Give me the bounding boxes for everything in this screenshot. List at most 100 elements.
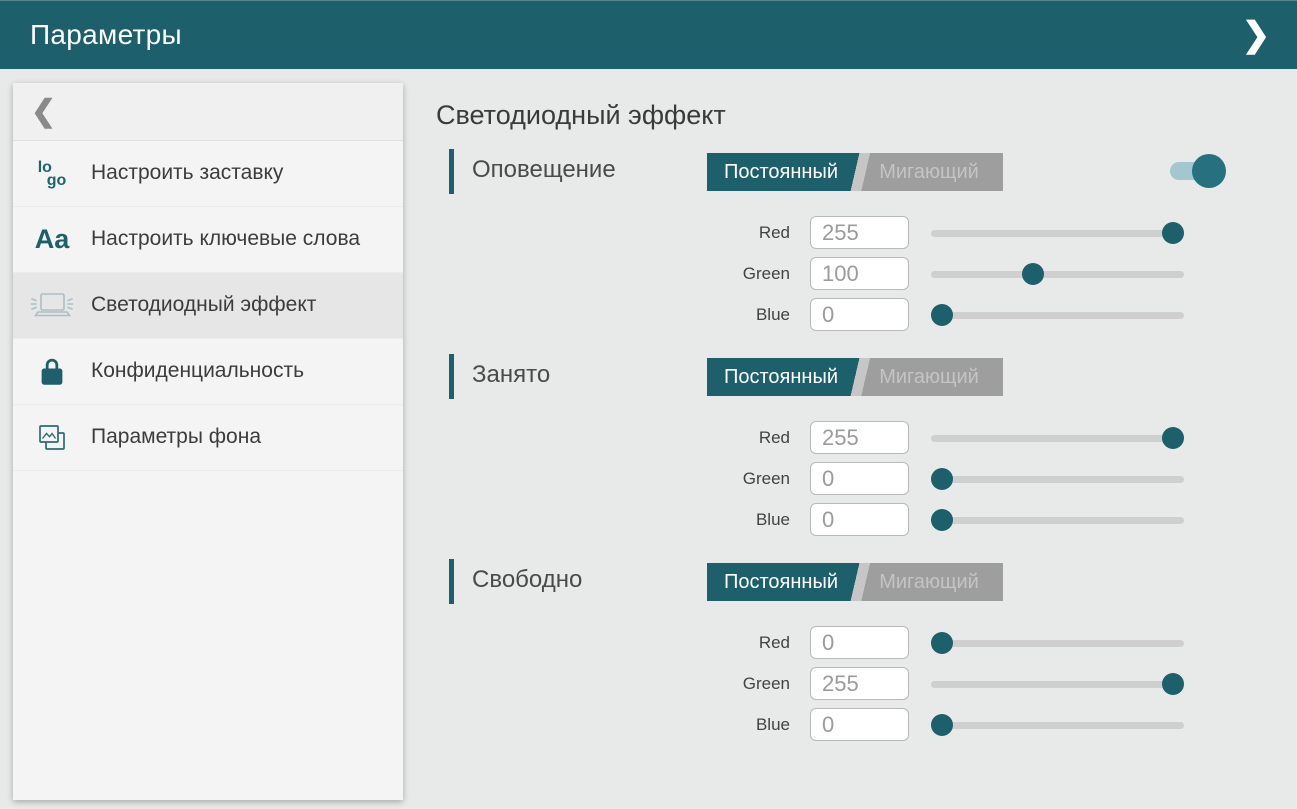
channel-label: Blue bbox=[449, 510, 790, 530]
slider-track bbox=[931, 435, 1184, 442]
slider-thumb-icon[interactable] bbox=[1022, 263, 1044, 285]
background-icon bbox=[36, 422, 68, 454]
rgb-channel-row: Green bbox=[449, 257, 1256, 290]
slider-thumb-icon[interactable] bbox=[931, 468, 953, 490]
section-head: Оповещение Постоянный Мигающий bbox=[449, 149, 1256, 194]
rgb-channel-row: Red bbox=[449, 626, 1256, 659]
channel-label: Green bbox=[449, 264, 790, 284]
slider-thumb-icon[interactable] bbox=[1162, 222, 1184, 244]
slider-track bbox=[931, 476, 1184, 483]
sidebar-back-button[interactable]: ❮ bbox=[13, 83, 403, 141]
rgb-channel-row: Red bbox=[449, 216, 1256, 249]
slider-thumb-icon[interactable] bbox=[931, 714, 953, 736]
section-head: Свободно Постоянный Мигающий bbox=[449, 559, 1256, 604]
blue-slider[interactable] bbox=[931, 713, 1184, 737]
green-slider[interactable] bbox=[931, 672, 1184, 696]
slider-thumb-icon[interactable] bbox=[1162, 673, 1184, 695]
keywords-icon: Aa bbox=[35, 226, 70, 253]
channel-label: Red bbox=[449, 428, 790, 448]
rgb-channel-row: Blue bbox=[449, 503, 1256, 536]
sidebar-item-2[interactable]: Aa Настроить ключевые слова bbox=[13, 207, 403, 273]
slider-track bbox=[931, 271, 1184, 278]
blue-slider[interactable] bbox=[931, 508, 1184, 532]
mode-option-constant[interactable]: Постоянный bbox=[707, 153, 855, 191]
slider-thumb-icon[interactable] bbox=[1162, 427, 1184, 449]
forward-chevron-icon[interactable]: ❯ bbox=[1231, 0, 1281, 69]
slider-track bbox=[931, 681, 1184, 688]
blue-value-input[interactable] bbox=[810, 503, 909, 536]
page-title: Параметры bbox=[30, 19, 182, 51]
green-slider[interactable] bbox=[931, 262, 1184, 286]
sidebar-item-label: Настроить ключевые слова bbox=[91, 226, 368, 252]
rgb-channel-row: Red bbox=[449, 421, 1256, 454]
red-value-input[interactable] bbox=[810, 626, 909, 659]
green-value-input[interactable] bbox=[810, 667, 909, 700]
sidebar-item-3[interactable]: Светодиодный эффект bbox=[13, 273, 403, 339]
mode-segmented-control: Постоянный Мигающий bbox=[707, 563, 1003, 601]
blue-value-input[interactable] bbox=[810, 708, 909, 741]
green-value-input[interactable] bbox=[810, 462, 909, 495]
sidebar-item-4[interactable]: Конфиденциальность bbox=[13, 339, 403, 405]
app-header: Параметры ❯ bbox=[0, 0, 1297, 69]
red-value-input[interactable] bbox=[810, 216, 909, 249]
blue-slider[interactable] bbox=[931, 303, 1184, 327]
content-title: Светодиодный эффект bbox=[436, 100, 1256, 131]
section-accent-bar bbox=[449, 559, 454, 604]
channel-label: Red bbox=[449, 223, 790, 243]
led-section-2: Занято Постоянный Мигающий Red Green Blu… bbox=[449, 354, 1256, 536]
sidebar-item-label: Светодиодный эффект bbox=[91, 292, 324, 318]
back-chevron-icon: ❮ bbox=[31, 94, 56, 129]
channel-label: Blue bbox=[449, 305, 790, 325]
channel-label: Green bbox=[449, 674, 790, 694]
rgb-channel-row: Green bbox=[449, 462, 1256, 495]
slider-track bbox=[931, 722, 1184, 729]
lock-icon bbox=[38, 357, 66, 387]
red-slider[interactable] bbox=[931, 631, 1184, 655]
rgb-rows: Red Green Blue bbox=[449, 216, 1256, 331]
green-value-input[interactable] bbox=[810, 257, 909, 290]
red-value-input[interactable] bbox=[810, 421, 909, 454]
section-title: Занято bbox=[472, 361, 550, 389]
sidebar: ❮ logo Настроить заставку Aa Настроить к… bbox=[13, 83, 403, 800]
mode-option-blinking[interactable]: Мигающий bbox=[855, 358, 1003, 396]
rgb-channel-row: Blue bbox=[449, 298, 1256, 331]
rgb-channel-row: Blue bbox=[449, 708, 1256, 741]
section-accent-bar bbox=[449, 354, 454, 399]
section-title: Свободно bbox=[472, 566, 582, 594]
rgb-channel-row: Green bbox=[449, 667, 1256, 700]
led-section-3: Свободно Постоянный Мигающий Red Green B… bbox=[449, 559, 1256, 741]
red-slider[interactable] bbox=[931, 221, 1184, 245]
rgb-rows: Red Green Blue bbox=[449, 421, 1256, 536]
section-accent-bar bbox=[449, 149, 454, 194]
channel-label: Green bbox=[449, 469, 790, 489]
slider-track bbox=[931, 230, 1184, 237]
section-head: Занято Постоянный Мигающий bbox=[449, 354, 1256, 399]
sidebar-item-1[interactable]: logo Настроить заставку bbox=[13, 141, 403, 207]
red-slider[interactable] bbox=[931, 426, 1184, 450]
toggle-thumb-icon bbox=[1192, 154, 1226, 188]
mode-option-blinking[interactable]: Мигающий bbox=[855, 153, 1003, 191]
sidebar-item-5[interactable]: Параметры фона bbox=[13, 405, 403, 471]
slider-thumb-icon[interactable] bbox=[931, 509, 953, 531]
channel-label: Red bbox=[449, 633, 790, 653]
section-enabled-toggle[interactable] bbox=[1170, 154, 1226, 188]
led-section-1: Оповещение Постоянный Мигающий Red Green… bbox=[449, 149, 1256, 331]
mode-option-blinking[interactable]: Мигающий bbox=[855, 563, 1003, 601]
green-slider[interactable] bbox=[931, 467, 1184, 491]
slider-track bbox=[931, 640, 1184, 647]
mode-option-constant[interactable]: Постоянный bbox=[707, 563, 855, 601]
mode-option-constant[interactable]: Постоянный bbox=[707, 358, 855, 396]
slider-track bbox=[931, 517, 1184, 524]
logo-icon: logo bbox=[38, 161, 67, 187]
slider-track bbox=[931, 312, 1184, 319]
blue-value-input[interactable] bbox=[810, 298, 909, 331]
rgb-rows: Red Green Blue bbox=[449, 626, 1256, 741]
sidebar-item-label: Параметры фона bbox=[91, 424, 269, 450]
led-screen-icon bbox=[29, 289, 75, 323]
slider-thumb-icon[interactable] bbox=[931, 632, 953, 654]
sidebar-item-label: Конфиденциальность bbox=[91, 358, 312, 384]
main-content: Светодиодный эффект Оповещение Постоянны… bbox=[436, 100, 1256, 764]
channel-label: Blue bbox=[449, 715, 790, 735]
slider-thumb-icon[interactable] bbox=[931, 304, 953, 326]
mode-segmented-control: Постоянный Мигающий bbox=[707, 153, 1003, 191]
